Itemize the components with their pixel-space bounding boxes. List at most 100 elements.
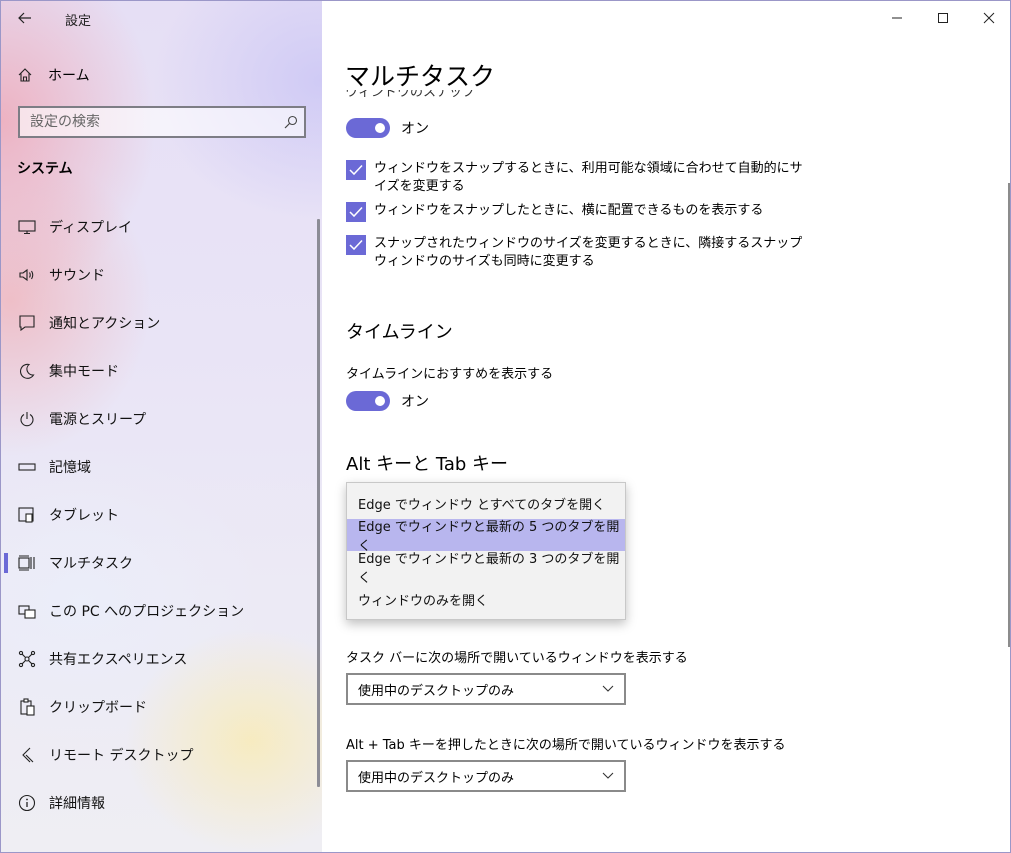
sidebar-item-about[interactable]: 詳細情報	[1, 779, 316, 827]
back-arrow-icon	[18, 12, 31, 24]
titlebar-left: 設定	[1, 1, 322, 35]
timeline-label: タイムラインにおすすめを表示する	[346, 367, 554, 382]
home-link[interactable]: ホーム	[17, 63, 90, 87]
window-controls	[874, 1, 1010, 35]
alttab-desktops-select[interactable]: 使用中のデスクトップのみ	[346, 760, 626, 792]
maximize-button[interactable]	[920, 1, 966, 35]
storage-icon	[17, 457, 37, 477]
snap-heading-cut: ウィンドウのスナップ	[345, 90, 545, 104]
check-label: ウィンドウをスナップしたときに、横に配置できるものを表示する	[374, 203, 764, 218]
sidebar-item-notifications[interactable]: 通知とアクション	[1, 299, 316, 347]
sidebar-item-power[interactable]: 電源とスリープ	[1, 395, 316, 443]
multitask-icon	[17, 553, 37, 573]
sidebar-nav: ディスプレイ サウンド 通知とアクション 集中モード 電源とスリープ 記憶域 タ…	[1, 203, 316, 827]
app-title: 設定	[65, 14, 92, 29]
snap-toggle[interactable]	[346, 118, 390, 138]
power-icon	[17, 409, 37, 429]
sidebar-scrollbar[interactable]	[317, 219, 320, 787]
search-icon[interactable]	[278, 108, 304, 136]
message-icon	[17, 313, 37, 333]
checkbox-autosize[interactable]	[346, 160, 366, 180]
checkbox-resize-adjacent[interactable]	[346, 235, 366, 255]
sidebar-item-label: 集中モード	[49, 364, 119, 380]
sidebar-item-storage[interactable]: 記憶域	[1, 443, 316, 491]
section-title: システム	[17, 161, 73, 177]
dropdown-option[interactable]: ウィンドウのみを開く	[347, 583, 625, 615]
clipboard-icon	[17, 697, 37, 717]
taskbar-desktops-select[interactable]: 使用中のデスクトップのみ	[346, 673, 626, 705]
close-button[interactable]	[966, 1, 1010, 35]
sidebar-item-remote-desktop[interactable]: リモート デスクトップ	[1, 731, 316, 779]
select-value: 使用中のデスクトップのみ	[358, 770, 515, 786]
sidebar-item-multitasking[interactable]: マルチタスク	[1, 539, 316, 587]
settings-window: 設定 ホーム システム ディスプレイ	[0, 0, 1011, 853]
alttab-dropdown-list: Edge でウィンドウ とすべてのタブを開く Edge でウィンドウと最新の 5…	[346, 482, 626, 620]
page-title: マルチタスク	[345, 62, 496, 91]
main-scrollbar[interactable]	[1008, 183, 1010, 647]
check-label: スナップされたウィンドウのサイズを変更するときに、隣接するスナップ ウィンドウの…	[374, 236, 803, 269]
sidebar-item-label: 電源とスリープ	[49, 412, 147, 428]
sidebar-item-sound[interactable]: サウンド	[1, 251, 316, 299]
snap-option-show-beside[interactable]: ウィンドウをスナップしたときに、横に配置できるものを表示する	[346, 202, 806, 222]
minimize-button[interactable]	[874, 1, 920, 35]
select-value: 使用中のデスクトップのみ	[358, 683, 515, 699]
speaker-icon	[17, 265, 37, 285]
share-icon	[17, 649, 37, 669]
alttab-heading: Alt キーと Tab キー	[346, 454, 509, 475]
sidebar-item-label: リモート デスクトップ	[49, 748, 194, 764]
sidebar-item-label: クリップボード	[49, 700, 147, 716]
checkmark-icon	[349, 164, 363, 176]
dropdown-option[interactable]: Edge でウィンドウ とすべてのタブを開く	[347, 487, 625, 519]
minimize-icon	[892, 17, 902, 19]
monitor-icon	[17, 217, 37, 237]
snap-toggle-row: オン	[346, 118, 429, 138]
sidebar-item-focus[interactable]: 集中モード	[1, 347, 316, 395]
sidebar-item-tablet[interactable]: タブレット	[1, 491, 316, 539]
chevron-down-icon	[602, 772, 614, 779]
check-label: ウィンドウをスナップするときに、利用可能な領域に合わせて自動的にサイズを変更する	[374, 161, 803, 194]
sidebar-item-label: 通知とアクション	[49, 316, 161, 332]
checkmark-icon	[349, 239, 363, 251]
moon-icon	[17, 361, 37, 381]
snap-option-autosize[interactable]: ウィンドウをスナップするときに、利用可能な領域に合わせて自動的にサイズを変更する	[346, 160, 806, 196]
search-input[interactable]	[20, 108, 278, 136]
sidebar-item-display[interactable]: ディスプレイ	[1, 203, 316, 251]
projection-icon	[17, 601, 37, 621]
main-content: マルチタスク ウィンドウのスナップ オン ウィンドウをスナップするときに、利用可…	[322, 1, 1010, 852]
taskbar-desktops-label: タスク バーに次の場所で開いているウィンドウを表示する	[346, 651, 688, 666]
sidebar-item-label: サウンド	[49, 268, 105, 284]
dropdown-option[interactable]: Edge でウィンドウと最新の 3 つのタブを開く	[347, 551, 625, 586]
chevron-down-icon	[602, 685, 614, 692]
sidebar-item-projection[interactable]: この PC へのプロジェクション	[1, 587, 316, 635]
snap-heading: ウィンドウのスナップ	[345, 90, 476, 100]
close-icon	[983, 12, 995, 24]
timeline-toggle[interactable]	[346, 391, 390, 411]
snap-toggle-label: オン	[401, 121, 429, 137]
sidebar: 設定 ホーム システム ディスプレイ	[1, 1, 322, 852]
checkbox-show-beside[interactable]	[346, 202, 366, 222]
search-box[interactable]	[18, 106, 306, 138]
sidebar-item-shared-experiences[interactable]: 共有エクスペリエンス	[1, 635, 316, 683]
sidebar-item-label: 記憶域	[49, 460, 91, 476]
tablet-icon	[17, 505, 37, 525]
timeline-toggle-label: オン	[401, 394, 429, 410]
checkmark-icon	[349, 206, 363, 218]
sidebar-item-label: タブレット	[49, 508, 119, 524]
home-label: ホーム	[48, 68, 90, 84]
sidebar-item-label: ディスプレイ	[49, 220, 133, 236]
dropdown-option-selected[interactable]: Edge でウィンドウと最新の 5 つのタブを開く	[347, 519, 625, 554]
back-button[interactable]	[13, 7, 37, 29]
info-icon	[17, 793, 37, 813]
sidebar-item-label: この PC へのプロジェクション	[49, 604, 245, 620]
alttab-desktops-label: Alt + Tab キーを押したときに次の場所で開いているウィンドウを表示する	[346, 738, 786, 753]
snap-option-resize-adjacent[interactable]: スナップされたウィンドウのサイズを変更するときに、隣接するスナップ ウィンドウの…	[346, 235, 806, 271]
maximize-icon	[938, 13, 948, 23]
timeline-toggle-row: オン	[346, 391, 429, 411]
sidebar-item-clipboard[interactable]: クリップボード	[1, 683, 316, 731]
sidebar-item-label: 共有エクスペリエンス	[49, 652, 188, 668]
remote-icon	[17, 745, 37, 765]
sidebar-item-label: マルチタスク	[49, 556, 133, 572]
timeline-heading: タイムライン	[346, 322, 453, 343]
home-icon	[18, 68, 32, 82]
sidebar-item-label: 詳細情報	[49, 796, 105, 812]
